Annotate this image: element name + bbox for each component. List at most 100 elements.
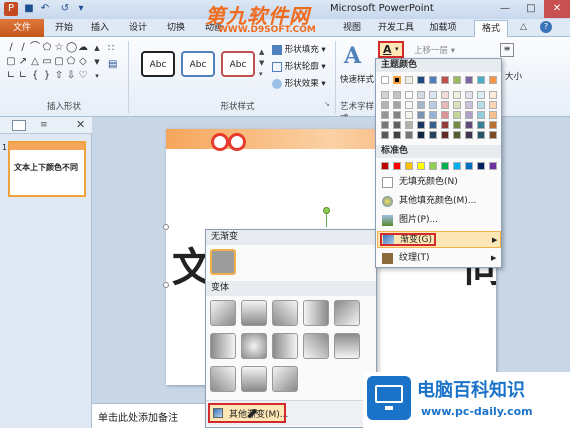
theme-color-swatch[interactable]: [417, 131, 425, 139]
theme-color-swatch[interactable]: [465, 131, 473, 139]
line-shape-icon[interactable]: ∕: [18, 43, 28, 53]
shape-style-black[interactable]: Abc: [141, 51, 175, 77]
bring-forward-button[interactable]: 上移一层 ▾: [414, 44, 455, 56]
gradient-variant-swatch[interactable]: [210, 366, 236, 392]
text-box-icon[interactable]: ▤: [108, 59, 124, 73]
gradient-variant-swatch[interactable]: [334, 333, 360, 359]
shape-fill-button[interactable]: 形状填充 ▾: [272, 43, 326, 55]
shape-effects-button[interactable]: 形状效果 ▾: [272, 77, 326, 89]
theme-color-swatch[interactable]: [405, 91, 413, 99]
theme-color-swatch[interactable]: [381, 101, 389, 109]
gradient-variant-swatch[interactable]: [241, 300, 267, 326]
theme-color-swatch[interactable]: [477, 131, 485, 139]
theme-color-swatch[interactable]: [429, 111, 437, 119]
theme-color-swatch[interactable]: [453, 91, 461, 99]
bracket-shape-icon[interactable]: {: [30, 71, 40, 81]
standard-color-swatch[interactable]: [405, 162, 413, 170]
standard-color-swatch[interactable]: [381, 162, 389, 170]
tab-view[interactable]: 视图: [338, 20, 366, 37]
theme-color-swatch[interactable]: [393, 111, 401, 119]
theme-color-swatch[interactable]: [441, 111, 449, 119]
gradient-variant-swatch[interactable]: [241, 366, 267, 392]
dialog-launcher-icon[interactable]: ↘: [324, 100, 330, 108]
theme-color-swatch[interactable]: [441, 76, 449, 84]
line-shape-icon[interactable]: ∕: [6, 43, 16, 53]
scroll-up-icon[interactable]: ▲: [92, 43, 102, 53]
theme-color-swatch[interactable]: [441, 131, 449, 139]
tab-format[interactable]: 格式: [474, 20, 508, 38]
theme-color-swatch[interactable]: [393, 101, 401, 109]
gradient-variant-swatch[interactable]: [303, 300, 329, 326]
shape-style-blue[interactable]: Abc: [181, 51, 215, 77]
theme-color-swatch[interactable]: [465, 121, 473, 129]
theme-color-swatch[interactable]: [477, 111, 485, 119]
theme-color-swatch[interactable]: [429, 91, 437, 99]
theme-color-swatch[interactable]: [429, 101, 437, 109]
standard-color-swatch[interactable]: [465, 162, 473, 170]
triangle-shape-icon[interactable]: △: [30, 57, 40, 67]
heart-shape-icon[interactable]: ♡: [78, 71, 88, 81]
theme-color-swatch[interactable]: [453, 76, 461, 84]
minimize-icon[interactable]: —: [492, 0, 518, 18]
slide-thumbnail[interactable]: 文本上下颜色不同: [8, 141, 86, 197]
standard-color-swatch[interactable]: [429, 162, 437, 170]
theme-color-swatch[interactable]: [489, 131, 497, 139]
connector-shape-icon[interactable]: ∟: [18, 71, 28, 81]
standard-color-swatch[interactable]: [453, 162, 461, 170]
theme-color-swatch[interactable]: [417, 121, 425, 129]
more-colors-item[interactable]: 其他填充颜色(M)...: [377, 193, 501, 210]
theme-color-swatch[interactable]: [441, 101, 449, 109]
tab-transitions[interactable]: 切换: [162, 20, 190, 37]
rectangle-shape-icon[interactable]: ▭: [42, 57, 52, 67]
resize-handle[interactable]: [163, 224, 169, 230]
theme-color-swatch[interactable]: [477, 121, 485, 129]
theme-color-swatch[interactable]: [465, 76, 473, 84]
rectangle-shape-icon[interactable]: ▢: [6, 57, 16, 67]
arrow-shape-icon[interactable]: ↗: [18, 57, 28, 67]
theme-color-swatch[interactable]: [453, 121, 461, 129]
theme-color-swatch[interactable]: [381, 131, 389, 139]
close-icon[interactable]: ✕: [544, 0, 570, 18]
theme-color-swatch[interactable]: [405, 131, 413, 139]
wordart-a-icon[interactable]: A: [344, 43, 361, 69]
theme-color-swatch[interactable]: [417, 91, 425, 99]
outline-tab-icon[interactable]: ≡: [40, 120, 54, 131]
brace-shape-icon[interactable]: }: [42, 71, 52, 81]
help-icon[interactable]: ?: [540, 21, 552, 33]
theme-color-swatch[interactable]: [381, 91, 389, 99]
oval-shape-icon[interactable]: ◯: [66, 43, 77, 53]
quick-styles-label[interactable]: 快速样式: [340, 73, 374, 85]
theme-color-swatch[interactable]: [489, 91, 497, 99]
close-pane-icon[interactable]: ✕: [76, 118, 85, 131]
gradient-variant-swatch[interactable]: [272, 333, 298, 359]
shape-outline-button[interactable]: 形状轮廓 ▾: [272, 60, 326, 72]
edit-shape-icon[interactable]: ∷: [108, 43, 124, 57]
theme-color-swatch[interactable]: [489, 76, 497, 84]
tab-addins[interactable]: 加载项: [424, 20, 462, 37]
pentagon-shape-icon[interactable]: ⬠: [42, 43, 52, 53]
standard-color-swatch[interactable]: [417, 162, 425, 170]
theme-color-swatch[interactable]: [453, 101, 461, 109]
gradient-variant-swatch[interactable]: [272, 300, 298, 326]
theme-color-swatch[interactable]: [453, 131, 461, 139]
more-icon[interactable]: ▾: [92, 71, 102, 81]
redo-icon[interactable]: ↺: [58, 2, 72, 16]
theme-color-swatch[interactable]: [477, 91, 485, 99]
standard-color-swatch[interactable]: [393, 162, 401, 170]
arrow-shape-icon[interactable]: ⇩: [66, 71, 76, 81]
standard-color-swatch[interactable]: [441, 162, 449, 170]
style-scroll-icon[interactable]: ▲ ▼ ▾: [259, 47, 264, 80]
gradient-variant-swatch[interactable]: [210, 300, 236, 326]
scroll-down-icon[interactable]: ▼: [92, 57, 102, 67]
corner-shape-icon[interactable]: ∟: [6, 71, 16, 81]
customize-qat-icon[interactable]: ▾: [74, 2, 88, 16]
theme-color-swatch[interactable]: [393, 76, 401, 84]
slides-tab-icon[interactable]: [12, 120, 26, 131]
standard-color-swatch[interactable]: [489, 162, 497, 170]
theme-color-swatch[interactable]: [393, 131, 401, 139]
shape-style-red[interactable]: Abc: [221, 51, 255, 77]
theme-color-swatch[interactable]: [381, 121, 389, 129]
star-shape-icon[interactable]: ☆: [54, 43, 64, 53]
size-label[interactable]: 大小: [505, 70, 522, 82]
tab-home[interactable]: 开始: [50, 20, 78, 37]
